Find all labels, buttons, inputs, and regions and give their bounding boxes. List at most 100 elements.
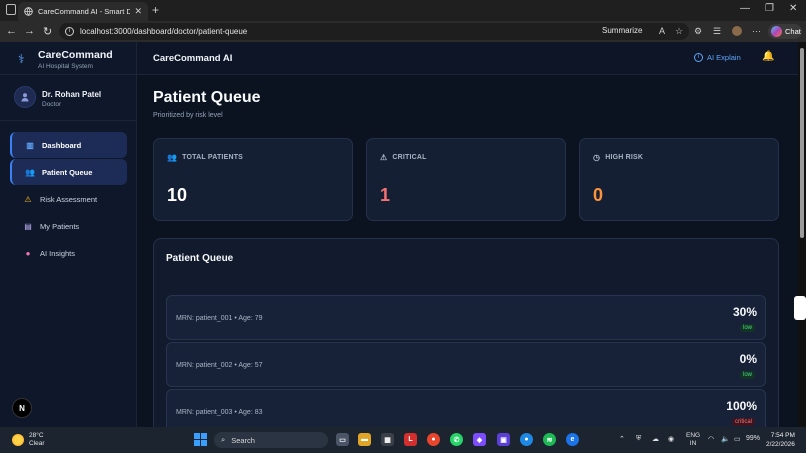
more-menu-icon[interactable]: ··· xyxy=(752,26,761,36)
task-view-icon[interactable]: ▭ xyxy=(336,433,349,446)
tab-actions-icon[interactable] xyxy=(6,4,16,15)
profile-avatar[interactable] xyxy=(732,26,742,36)
bell-icon[interactable]: 🔔 xyxy=(762,51,774,62)
sidebar-item-my-patients[interactable]: ▤ My Patients xyxy=(10,213,127,239)
user-role: Doctor xyxy=(42,101,62,108)
chrome-icon[interactable]: ● xyxy=(427,433,440,446)
page-scrollbar[interactable] xyxy=(798,42,806,427)
weather-condition: Clear xyxy=(29,440,45,447)
risk-percent: 30% xyxy=(732,305,757,319)
brand-subtitle: AI Hospital System xyxy=(38,63,93,70)
users-icon: 👥 xyxy=(25,167,35,177)
scrollbar-thumb[interactable] xyxy=(800,48,804,238)
back-icon[interactable]: ← xyxy=(6,25,17,37)
stat-value: 0 xyxy=(593,185,604,205)
stat-card-total-patients: 👥 TOTAL PATIENTS 10 xyxy=(153,138,353,221)
stat-label-text: HIGH RISK xyxy=(605,154,644,161)
ai-explain-button[interactable]: i AI Explain xyxy=(694,53,741,62)
summarize-button[interactable]: Summarize xyxy=(602,26,642,35)
address-bar[interactable]: i localhost:3000/dashboard/doctor/patien… xyxy=(59,23,689,40)
maximize-button[interactable]: ❐ xyxy=(765,3,774,14)
edge-icon[interactable]: e xyxy=(566,433,579,446)
weather-widget[interactable]: 28°C Clear xyxy=(12,432,45,448)
header-title: CareCommand AI xyxy=(153,53,233,64)
lang-line1: ENG xyxy=(686,432,701,439)
app-icon[interactable]: ◆ xyxy=(473,433,486,446)
defender-icon[interactable]: ⛨ xyxy=(636,435,641,443)
browser-tab-strip: CareCommand AI - Smart Digital I ✕ + — ❐… xyxy=(0,0,806,21)
globe-icon xyxy=(24,7,33,16)
side-widget[interactable] xyxy=(794,296,806,320)
store-icon[interactable]: ▦ xyxy=(381,433,394,446)
clock-icon: ◷ xyxy=(593,153,601,162)
clock-date: 2/22/2026 xyxy=(766,441,795,448)
screen: CareCommand AI - Smart Digital I ✕ + — ❐… xyxy=(0,0,806,453)
chart-icon: ▥ xyxy=(26,140,34,150)
app-icon-2[interactable]: ▣ xyxy=(497,433,510,446)
chevron-up-icon[interactable]: ⌃ xyxy=(619,435,625,443)
app-window: ⚕ CareCommand AI Hospital System Dr. Roh… xyxy=(0,42,798,427)
queue-title: Patient Queue xyxy=(166,253,234,264)
windows-taskbar: 28°C Clear ⌕ Search ▭ ▬ ▦ L ● ✆ ◆ ▣ ● ≋ … xyxy=(0,427,806,453)
read-aloud-icon[interactable]: A xyxy=(659,26,665,36)
site-info-icon[interactable]: i xyxy=(65,27,74,36)
tray-app-icon[interactable]: ◉ xyxy=(668,435,674,443)
chrome-profile-icon[interactable]: ● xyxy=(520,433,533,446)
file-explorer-icon[interactable]: ▬ xyxy=(358,433,371,446)
table-row[interactable]: MRN: patient_003 • Age: 83 100% critical xyxy=(166,389,766,427)
copilot-chat-button[interactable]: Chat xyxy=(768,24,802,39)
whatsapp-icon[interactable]: ✆ xyxy=(450,433,463,446)
forward-icon[interactable]: → xyxy=(24,25,35,37)
system-clock[interactable]: 7:54 PM 2/22/2026 xyxy=(766,431,795,449)
stat-card-critical: ⚠ CRITICAL 1 xyxy=(366,138,566,221)
avatar xyxy=(14,86,36,108)
patient-mrn: MRN: patient_003 • Age: 83 xyxy=(176,409,263,416)
sidebar-item-label: AI Insights xyxy=(40,248,76,258)
favorites-icon[interactable]: ☰ xyxy=(713,26,721,37)
browser-toolbar: ← → ↻ i localhost:3000/dashboard/doctor/… xyxy=(0,21,806,42)
search-icon: ⌕ xyxy=(221,435,226,444)
page-subtitle: Prioritized by risk level xyxy=(153,112,223,119)
users-icon: 👥 xyxy=(167,153,178,162)
warning-icon: ⚠ xyxy=(380,153,388,162)
sidebar-item-patient-queue[interactable]: 👥 Patient Queue xyxy=(10,159,127,185)
search-placeholder: Search xyxy=(231,435,255,445)
volume-icon[interactable]: 🔈 xyxy=(721,435,730,443)
spotify-icon[interactable]: ≋ xyxy=(543,433,556,446)
table-row[interactable]: MRN: patient_001 • Age: 79 30% low xyxy=(166,295,766,340)
minimize-button[interactable]: — xyxy=(740,3,750,14)
app-l-icon[interactable]: L xyxy=(404,433,417,446)
battery-percent: 99% xyxy=(746,435,761,442)
user-profile: Dr. Rohan Patel Doctor xyxy=(0,75,137,121)
tab-title: CareCommand AI - Smart Digital I xyxy=(38,7,131,16)
sidebar-item-dashboard[interactable]: ▥ Dashboard xyxy=(10,132,127,158)
taskbar-search[interactable]: ⌕ Search xyxy=(214,432,328,448)
close-window-button[interactable]: ✕ xyxy=(789,3,797,14)
reload-icon[interactable]: ↻ xyxy=(43,25,52,38)
nextjs-badge[interactable]: N xyxy=(12,398,32,418)
table-row[interactable]: MRN: patient_002 • Age: 57 0% low xyxy=(166,342,766,387)
ai-explain-label: AI Explain xyxy=(707,53,741,62)
close-tab-icon[interactable]: ✕ xyxy=(134,6,142,17)
onedrive-icon[interactable]: ☁ xyxy=(652,435,659,443)
favorite-star-icon[interactable]: ☆ xyxy=(675,26,683,37)
wifi-icon[interactable]: ◠ xyxy=(708,435,714,443)
risk-percent: 100% xyxy=(726,399,757,413)
caduceus-icon: ⚕ xyxy=(18,52,25,66)
clipboard-icon: ▤ xyxy=(24,221,32,231)
start-button[interactable] xyxy=(194,433,207,446)
sidebar-item-risk-assessment[interactable]: ⚠ Risk Assessment xyxy=(10,186,127,212)
sidebar-item-ai-insights[interactable]: ● AI Insights xyxy=(10,240,127,266)
brand: ⚕ CareCommand AI Hospital System xyxy=(0,42,137,75)
main-content: CareCommand AI i AI Explain 🔔 Patient Qu… xyxy=(137,42,798,427)
stat-label: ◷ HIGH RISK xyxy=(593,153,643,162)
language-indicator[interactable]: ENG IN xyxy=(686,432,700,448)
chat-label: Chat xyxy=(785,27,801,36)
page-title: Patient Queue xyxy=(153,89,261,106)
battery-icon[interactable]: ▭ xyxy=(734,435,741,443)
new-tab-button[interactable]: + xyxy=(152,3,159,17)
extensions-icon[interactable]: ⚙ xyxy=(694,26,702,37)
browser-tab[interactable]: CareCommand AI - Smart Digital I ✕ xyxy=(18,2,148,21)
brand-name: CareCommand xyxy=(38,49,113,61)
status-badge: low xyxy=(739,324,755,332)
